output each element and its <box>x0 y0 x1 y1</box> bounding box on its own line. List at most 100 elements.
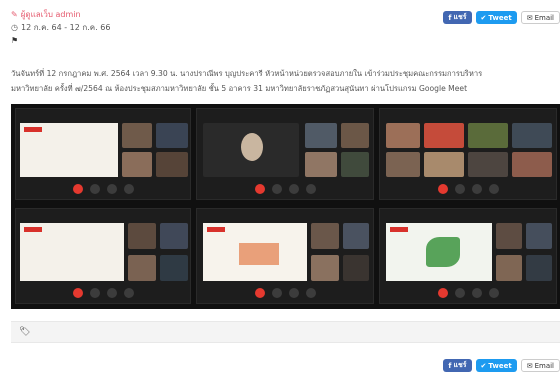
more-icon <box>305 184 316 194</box>
slide-figure <box>239 243 279 265</box>
end-call-icon <box>72 288 83 298</box>
twitter-bird-icon: ✔ <box>480 13 487 22</box>
tweet-button[interactable]: ✔ Tweet <box>475 359 517 372</box>
participant-tile <box>424 123 464 148</box>
participant-tile <box>526 223 552 249</box>
post-tags-bar: 🏷 <box>11 321 560 343</box>
pencil-icon: ✎ <box>11 10 18 19</box>
end-call-icon <box>437 288 448 298</box>
tweet-label: Tweet <box>488 361 512 370</box>
participant-tile <box>311 255 339 281</box>
post-date: 12 ก.ค. 64 - 12 ก.ค. 66 <box>20 23 111 32</box>
end-call-icon <box>254 288 265 298</box>
share-bar-bottom: f แชร์ ✔ Tweet ✉ Email <box>443 359 560 372</box>
presentation-slide <box>386 223 492 281</box>
camera-icon <box>288 288 299 298</box>
email-label: Email <box>534 361 554 370</box>
call-controls <box>380 283 556 303</box>
email-share-button[interactable]: ✉ Email <box>520 11 560 24</box>
call-controls <box>197 283 373 303</box>
participant-tile <box>468 152 508 177</box>
clock-icon: ◷ <box>11 23 18 32</box>
envelope-icon: ✉ <box>526 13 533 22</box>
more-icon <box>123 184 134 194</box>
participant-tile <box>156 123 188 148</box>
meet-screenshot-4 <box>15 208 191 304</box>
participant-tile <box>160 223 188 249</box>
call-controls <box>16 179 190 199</box>
mic-icon <box>89 288 100 298</box>
tag-icon: 🏷 <box>19 327 31 337</box>
end-call-icon <box>72 184 83 194</box>
flag-icon: ⚑ <box>11 36 19 45</box>
presentation-slide <box>20 123 118 177</box>
participant-tile <box>311 223 339 249</box>
call-controls <box>197 179 373 199</box>
meet-screenshot-3 <box>379 108 557 200</box>
participant-tile <box>343 223 369 249</box>
facebook-share-label: แชร์ <box>453 13 467 21</box>
share-bar-top: f แชร์ ✔ Tweet ✉ Email <box>443 11 560 24</box>
meet-screenshot-6 <box>379 208 557 304</box>
participant-tile <box>341 152 369 177</box>
facebook-share-label: แชร์ <box>453 361 467 369</box>
participant-tile <box>526 255 552 281</box>
participant-tile <box>122 152 152 177</box>
email-label: Email <box>534 13 554 22</box>
mic-icon <box>271 184 282 194</box>
end-call-icon <box>437 184 448 194</box>
participant-tile <box>160 255 188 281</box>
facebook-share-button[interactable]: f แชร์ <box>443 359 472 372</box>
meet-screenshot-2 <box>196 108 374 200</box>
meeting-photo-collage[interactable] <box>11 104 560 309</box>
meet-screenshot-5 <box>196 208 374 304</box>
author-row: ✎ ผู้ดูแลเว็บ admin <box>11 8 110 21</box>
camera-icon <box>106 184 117 194</box>
participant-tile <box>156 152 188 177</box>
more-icon <box>123 288 134 298</box>
tweet-button[interactable]: ✔ Tweet <box>475 11 517 24</box>
facebook-share-button[interactable]: f แชร์ <box>443 11 472 24</box>
participant-tile <box>512 123 552 148</box>
description-line-1: วันจันทร์ที่ 12 กรกฎาคม พ.ศ. 2564 เวลา 9… <box>11 69 483 78</box>
flag-row: ⚑ <box>11 34 110 47</box>
participant-tile <box>341 123 369 148</box>
end-call-icon <box>254 184 265 194</box>
post-meta: ✎ ผู้ดูแลเว็บ admin ◷ 12 ก.ค. 64 - 12 ก.… <box>11 8 110 47</box>
meet-screenshot-1 <box>15 108 191 200</box>
date-row: ◷ 12 ก.ค. 64 - 12 ก.ค. 66 <box>11 21 110 34</box>
slide-map-figure <box>426 237 460 267</box>
facebook-icon: f <box>448 361 452 370</box>
camera-icon <box>471 288 482 298</box>
description-line-2: มหาวิทยาลัย ครั้งที่ ๗/2564 ณ ห้องประชุม… <box>11 84 468 93</box>
participant-tile <box>386 152 420 177</box>
call-controls <box>380 179 556 199</box>
presentation-slide <box>203 223 307 281</box>
participant-tile <box>343 255 369 281</box>
presentation-slide <box>20 223 124 281</box>
participant-tile <box>128 255 156 281</box>
facebook-icon: f <box>448 13 452 22</box>
participant-tile <box>128 223 156 249</box>
mic-icon <box>89 184 100 194</box>
call-controls <box>16 283 190 303</box>
camera-icon <box>106 288 117 298</box>
participant-tile <box>512 152 552 177</box>
participant-tile <box>468 123 508 148</box>
participant-tile <box>122 123 152 148</box>
email-share-button[interactable]: ✉ Email <box>520 359 560 372</box>
camera-icon <box>471 184 482 194</box>
speaker-tile <box>203 123 299 177</box>
more-icon <box>488 288 499 298</box>
participant-tile <box>305 152 337 177</box>
participant-tile <box>386 123 420 148</box>
more-icon <box>305 288 316 298</box>
camera-icon <box>288 184 299 194</box>
mic-icon <box>454 184 465 194</box>
avatar <box>241 133 263 161</box>
post-author[interactable]: ผู้ดูแลเว็บ admin <box>21 8 81 21</box>
more-icon <box>488 184 499 194</box>
participant-tile <box>305 123 337 148</box>
participant-tile <box>496 223 522 249</box>
mic-icon <box>271 288 282 298</box>
